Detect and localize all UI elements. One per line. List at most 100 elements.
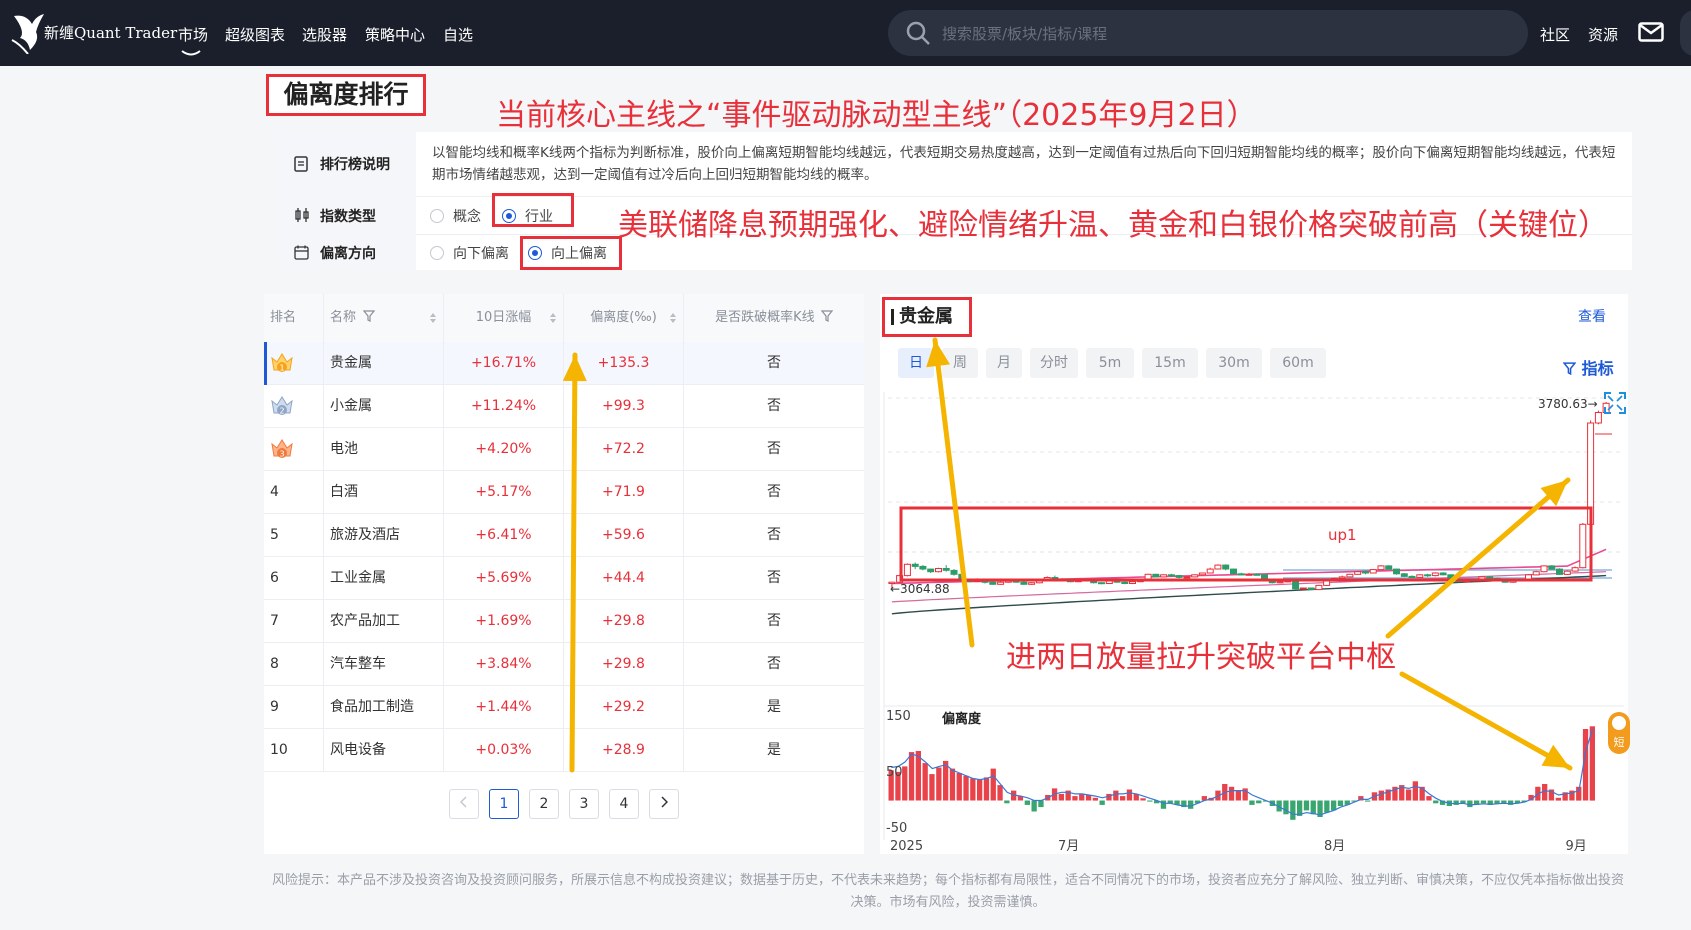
candle [1230, 568, 1237, 575]
candle [989, 581, 997, 585]
deviation-bar [1249, 800, 1255, 805]
candle [1160, 574, 1168, 578]
candle [1548, 565, 1556, 570]
candle [1307, 587, 1315, 591]
candle [911, 563, 919, 567]
subchart-y-tick: 50 [886, 765, 903, 780]
candle [1362, 571, 1369, 574]
candle [1377, 565, 1385, 571]
deviation-bar [956, 773, 962, 801]
candle [1121, 581, 1129, 585]
deviation-bar [949, 768, 956, 801]
deviation-bar [908, 752, 915, 801]
arrow-to-deviation-column-head [562, 355, 587, 382]
candle [997, 581, 1005, 585]
candle [1245, 573, 1253, 576]
deviation-bar [1256, 800, 1262, 804]
candle [1571, 567, 1579, 572]
candle [903, 563, 911, 577]
arrow-to-breakout [1385, 477, 1571, 639]
candle [1167, 574, 1175, 577]
candle [1556, 568, 1563, 575]
deviation-bar [1092, 797, 1098, 801]
candle [1206, 568, 1214, 574]
deviation-bar [902, 766, 908, 801]
subchart-y-tick: -50 [886, 821, 907, 836]
candle [950, 569, 958, 575]
candle [1416, 574, 1424, 578]
arrow-to-deviation-spike [1399, 671, 1573, 771]
price-low-label: ←3064.88 [890, 582, 950, 596]
deviation-bar [922, 763, 928, 801]
svg-text:短: 短 [1614, 735, 1625, 749]
deviation-bar [1433, 800, 1439, 804]
candle [1276, 581, 1284, 584]
deviation-bar [1283, 800, 1289, 815]
deviation-bar [1147, 800, 1153, 802]
deviation-bar [1290, 800, 1296, 820]
candle [1222, 564, 1230, 570]
price-high-label: 3780.63→ [1538, 397, 1598, 411]
arrow-to-deviation-column [569, 352, 578, 773]
deviation-bar [1405, 789, 1412, 801]
annotation-breakout: 进两日放量拉升突破平台中枢 [1006, 640, 1396, 675]
deviation-bar [1004, 800, 1010, 804]
candle [1175, 575, 1183, 578]
deviation-bar [1426, 796, 1432, 801]
candle [1152, 573, 1160, 578]
deviation-bar [1099, 800, 1105, 805]
deviation-bar [1038, 800, 1044, 808]
candle [1385, 565, 1393, 570]
deviation-bar [1480, 800, 1487, 804]
deviation-line [891, 728, 1594, 816]
candle [1191, 574, 1199, 578]
platform-highlight-box [899, 506, 1593, 582]
candle [1424, 574, 1432, 577]
band-label: up1 [1328, 526, 1357, 544]
candle [1354, 571, 1362, 575]
deviation-bar [1378, 790, 1384, 801]
deviation-bar [1188, 800, 1194, 809]
deviation-bar [963, 775, 969, 801]
deviation-bar [1140, 798, 1146, 801]
deviation-bar [1058, 793, 1064, 801]
candle [1183, 576, 1191, 579]
deviation-bar [997, 785, 1003, 801]
candle [1594, 412, 1602, 424]
short-badge[interactable]: 短 [1608, 712, 1630, 754]
deviation-bar [1120, 796, 1126, 801]
deviation-bar [929, 774, 935, 801]
candle [1299, 587, 1307, 590]
deviation-bar [1024, 800, 1030, 805]
deviation-bar [970, 778, 976, 801]
moving-average-mid [891, 571, 1607, 603]
candle [1408, 575, 1416, 579]
deviation-bar [1235, 790, 1241, 801]
arrow-to-chart-title-head [926, 340, 950, 368]
candle [1393, 568, 1400, 575]
deviation-bar [1228, 786, 1235, 801]
x-axis-tick: 7月 [1058, 839, 1079, 854]
deviation-bar [1113, 790, 1119, 801]
x-axis-tick: 8月 [1324, 839, 1345, 854]
deviation-bar [1160, 800, 1167, 809]
candle [1253, 573, 1261, 576]
candle [1369, 569, 1377, 574]
candle [1346, 573, 1354, 578]
subchart-y-tick: 150 [886, 709, 911, 724]
deviation-bar [1031, 800, 1037, 812]
deviation-bar [1126, 789, 1133, 801]
candle [1292, 580, 1300, 590]
deviation-bar [936, 767, 942, 801]
deviation-bar [1555, 797, 1561, 801]
candle [1237, 573, 1245, 576]
candle [1563, 570, 1571, 575]
candle [1486, 576, 1494, 579]
deviation-bar [1365, 800, 1371, 802]
candle [1400, 573, 1408, 577]
chart-canvas: 3780.63→ ←3064.88 up1 150 50 -50 偏离度 2025 7月 8月 9月… [562, 337, 1630, 854]
deviation-bar [1310, 800, 1316, 815]
deviation-bar [1324, 800, 1330, 813]
candle [1020, 581, 1028, 585]
candle [1028, 582, 1036, 585]
